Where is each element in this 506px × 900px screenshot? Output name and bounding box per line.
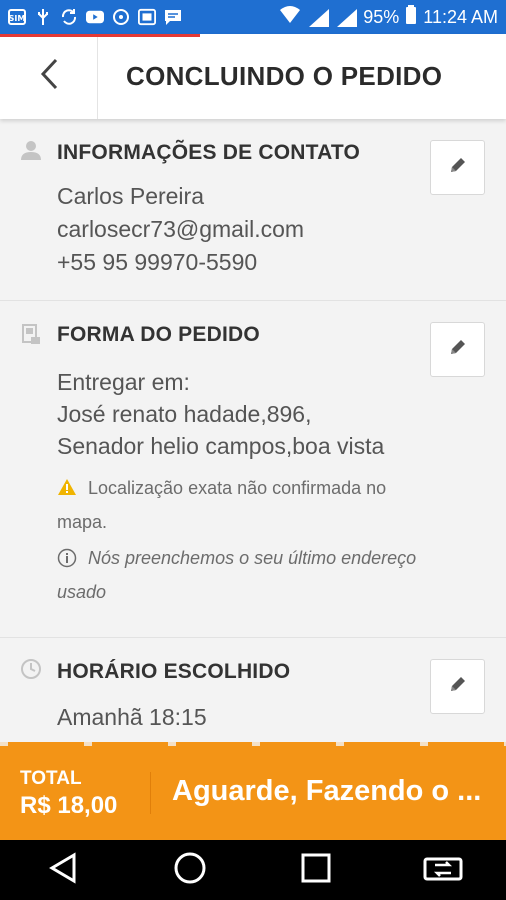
page-title: CONCLUINDO O PEDIDO (126, 61, 443, 91)
nav-home-button[interactable] (160, 840, 220, 900)
status-bar: SIM 95% 11:24 AM (0, 0, 506, 34)
nav-switch-button[interactable] (413, 840, 473, 900)
sync-icon (60, 8, 78, 26)
circle-home-icon (173, 851, 207, 890)
total-box: TOTAL R$ 18,00 (20, 768, 117, 820)
edit-contact-button[interactable] (430, 140, 485, 195)
contact-name: Carlos Pereira (57, 183, 204, 209)
address-line-2: Senador helio campos,boa vista (57, 433, 385, 459)
schedule-time: Amanhã 18:15 (57, 704, 207, 730)
back-button[interactable] (0, 34, 98, 119)
image-icon (138, 8, 156, 26)
triangle-back-icon (48, 851, 78, 889)
battery-icon (405, 4, 417, 30)
pencil-icon (448, 674, 468, 699)
battery-percent: 95% (363, 6, 400, 27)
order-summary: INFORMAÇÕES DE CONTATO Carlos Pereira ca… (0, 119, 506, 742)
person-icon (20, 139, 42, 161)
edit-schedule-button[interactable] (430, 659, 485, 714)
submit-order-button[interactable]: Aguarde, Fazendo o ... (150, 742, 506, 840)
nav-recents-button[interactable] (286, 840, 346, 900)
contact-section: INFORMAÇÕES DE CONTATO Carlos Pereira ca… (0, 119, 506, 301)
schedule-title: HORÁRIO ESCOLHIDO (57, 660, 291, 683)
deliver-label: Entregar em: (57, 369, 190, 395)
address-info: Nós preenchemos o seu último endereço us… (57, 548, 417, 602)
signal-r-icon (335, 8, 358, 27)
location-warning: Localização exata não confirmada no mapa… (57, 478, 387, 532)
app-toolbar: CONCLUINDO O PEDIDO (0, 34, 506, 119)
usb-icon (34, 8, 52, 26)
wifi-icon (279, 5, 301, 29)
loading-indicator (0, 34, 200, 37)
svg-text:SIM: SIM (9, 14, 26, 23)
storefront-icon (20, 323, 42, 345)
contact-title: INFORMAÇÕES DE CONTATO (57, 141, 361, 164)
pencil-icon (448, 337, 468, 362)
checkout-bar: TOTAL R$ 18,00 Aguarde, Fazendo o ... (0, 742, 506, 840)
back-arrow-icon (38, 57, 60, 96)
edit-order-form-button[interactable] (430, 322, 485, 377)
order-form-title: FORMA DO PEDIDO (57, 323, 260, 346)
clock-icon (20, 658, 42, 680)
address-line-1: José renato hadade,896, (57, 401, 312, 427)
switch-apps-icon (423, 853, 463, 888)
message-icon (164, 8, 182, 26)
total-label: TOTAL (20, 768, 82, 789)
app-icon (112, 8, 130, 26)
signal-4g-icon (307, 8, 330, 27)
order-form-section: FORMA DO PEDIDO Entregar em: José renato… (0, 301, 506, 638)
schedule-section: HORÁRIO ESCOLHIDO Amanhã 18:15 (0, 638, 506, 742)
total-value: R$ 18,00 (20, 792, 118, 819)
contact-email: carlosecr73@gmail.com (57, 216, 305, 242)
system-nav-bar (0, 840, 506, 900)
nav-back-button[interactable] (33, 840, 93, 900)
youtube-icon (86, 8, 104, 26)
square-recents-icon (300, 852, 332, 889)
clock: 11:24 AM (423, 6, 498, 27)
pencil-icon (448, 155, 468, 180)
contact-phone: +55 95 99970-5590 (57, 249, 258, 275)
sim-icon: SIM (8, 8, 26, 26)
